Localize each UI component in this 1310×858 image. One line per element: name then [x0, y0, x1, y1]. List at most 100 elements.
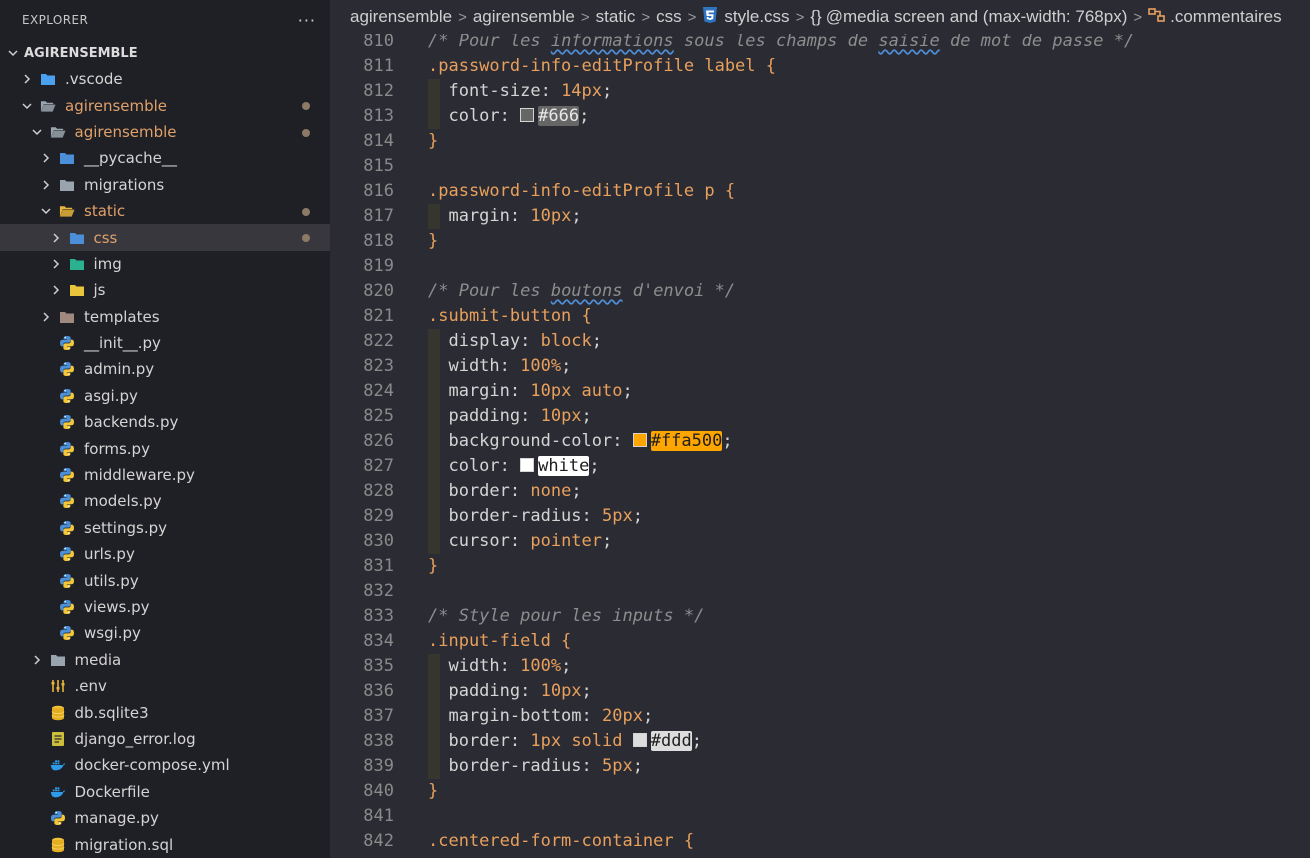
color-swatch[interactable]	[520, 458, 535, 472]
code-line[interactable]: 842 .centered-form-container {	[330, 829, 1310, 854]
tree-folder[interactable]: static	[0, 198, 330, 224]
tree-folder[interactable]: .vscode	[0, 66, 330, 92]
chevron-down-icon	[20, 100, 34, 112]
code-line[interactable]: 811 .password-info-editProfile label {	[330, 54, 1310, 79]
tree-folder[interactable]: agirensemble	[0, 92, 330, 118]
code-line[interactable]: 838 border: 1px solid #ddd;	[330, 729, 1310, 754]
color-swatch[interactable]	[632, 433, 647, 447]
code-line[interactable]: 812 font-size: 14px;	[330, 79, 1310, 104]
code-line[interactable]: 823 width: 100%;	[330, 354, 1310, 379]
code-line[interactable]: 840}	[330, 779, 1310, 804]
tree-item-label: .env	[74, 677, 107, 696]
color-swatch[interactable]	[632, 733, 647, 747]
code-line[interactable]: 816 .password-info-editProfile p {	[330, 179, 1310, 204]
code-line[interactable]: 815	[330, 154, 1310, 179]
tree-file[interactable]: forms.py	[0, 435, 330, 461]
code-token: ;	[722, 431, 733, 451]
tree-item-label: db.sqlite3	[74, 703, 149, 722]
code-line[interactable]: 819	[330, 254, 1310, 279]
tree-folder[interactable]: agirensemble	[0, 119, 330, 145]
tree-file[interactable]: db.sqlite3	[0, 699, 330, 725]
tree-file[interactable]: asgi.py	[0, 383, 330, 409]
tree-folder[interactable]: __pycache__	[0, 145, 330, 171]
code-line[interactable]: 831}	[330, 554, 1310, 579]
tree-file[interactable]: settings.py	[0, 515, 330, 541]
tree-item-label: django_error.log	[74, 729, 196, 748]
tree-item-label: views.py	[84, 598, 150, 616]
code-line[interactable]: 841	[330, 804, 1310, 829]
editor-pane[interactable]: 809810/* Pour les informations sous les …	[330, 0, 1310, 858]
workspace-root[interactable]: AGIRENSEMBLE	[0, 40, 330, 66]
tree-folder[interactable]: templates	[0, 304, 330, 330]
tree-file[interactable]: urls.py	[0, 541, 330, 567]
tree-file[interactable]: .env	[0, 673, 330, 699]
code-line[interactable]: 835 width: 100%;	[330, 654, 1310, 679]
code-line[interactable]: 825 padding: 10px;	[330, 404, 1310, 429]
code-line[interactable]: 836 padding: 10px;	[330, 679, 1310, 704]
tree-folder[interactable]: js	[0, 277, 330, 303]
tree-file[interactable]: admin.py	[0, 356, 330, 382]
code-token: 14px	[561, 81, 603, 101]
tree-item-label: settings.py	[84, 518, 167, 537]
code-line[interactable]: 839 border-radius: 5px;	[330, 754, 1310, 779]
breadcrumb-file[interactable]: style.css	[724, 7, 789, 27]
tree-file[interactable]: backends.py	[0, 409, 330, 435]
explorer-title: EXPLORER	[22, 13, 89, 27]
breadcrumb-media-query[interactable]: @media screen and (max-width: 768px)	[826, 7, 1128, 27]
breadcrumb-selector[interactable]: .commentaires	[1170, 7, 1281, 27]
code-line[interactable]: 828 border: none;	[330, 479, 1310, 504]
code-line[interactable]: 821 .submit-button {	[330, 304, 1310, 329]
chevron-right-icon	[39, 152, 53, 164]
tree-file[interactable]: utils.py	[0, 567, 330, 593]
code-line[interactable]: 827 color: white;	[330, 454, 1310, 479]
tree-folder[interactable]: media	[0, 647, 330, 673]
code-area[interactable]: 809810/* Pour les informations sous les …	[330, 0, 1310, 858]
tree-file[interactable]: docker-compose.yml	[0, 752, 330, 778]
code-line[interactable]: 813 color: #666;	[330, 104, 1310, 129]
chevron-right-icon: >	[795, 8, 805, 26]
code-line[interactable]: 826 background-color: #ffa500;	[330, 429, 1310, 454]
code-text: /* Style pour les inputs */	[428, 604, 704, 629]
code-token: display:	[428, 331, 541, 351]
modified-indicator	[302, 102, 310, 111]
python-icon	[59, 414, 75, 430]
python-icon	[59, 520, 75, 536]
code-line[interactable]: 830 cursor: pointer;	[330, 529, 1310, 554]
code-token: }	[428, 231, 439, 251]
code-line[interactable]: 822 display: block;	[330, 329, 1310, 354]
code-token: none	[530, 481, 572, 501]
code-line[interactable]: 834 .input-field {	[330, 629, 1310, 654]
tree-file[interactable]: wsgi.py	[0, 620, 330, 646]
tree-folder[interactable]: migrations	[0, 172, 330, 198]
tree-file[interactable]: Dockerfile	[0, 779, 330, 805]
code-line[interactable]: 824 margin: 10px auto;	[330, 379, 1310, 404]
code-line[interactable]: 818}	[330, 229, 1310, 254]
tree-file[interactable]: models.py	[0, 488, 330, 514]
code-line[interactable]: 814}	[330, 129, 1310, 154]
tree-file[interactable]: views.py	[0, 594, 330, 620]
color-swatch[interactable]	[520, 108, 535, 122]
code-line[interactable]: 829 border-radius: 5px;	[330, 504, 1310, 529]
breadcrumb-item[interactable]: css	[656, 7, 682, 27]
tree-file[interactable]: django_error.log	[0, 726, 330, 752]
code-line[interactable]: 832	[330, 579, 1310, 604]
tree-file[interactable]: manage.py	[0, 805, 330, 831]
code-line[interactable]: 817 margin: 10px;	[330, 204, 1310, 229]
code-token: }	[428, 556, 439, 576]
tree-folder[interactable]: css	[0, 224, 330, 251]
code-line[interactable]: 837 margin-bottom: 20px;	[330, 704, 1310, 729]
tree-file[interactable]: __init__.py	[0, 330, 330, 356]
tree-item-label: backends.py	[84, 413, 179, 432]
tree-file[interactable]: migration.sql	[0, 831, 330, 857]
code-token: .password-info-editProfile	[428, 181, 705, 201]
code-line[interactable]: 820 /* Pour les boutons d'envoi */	[330, 279, 1310, 304]
tree-file[interactable]: middleware.py	[0, 462, 330, 488]
breadcrumb-item[interactable]: static	[596, 7, 636, 27]
breadcrumb-item[interactable]: agirensemble	[350, 7, 452, 27]
code-token: font-size:	[428, 81, 562, 101]
code-token: .centered-form-container {	[428, 831, 695, 851]
tree-folder[interactable]: img	[0, 251, 330, 277]
code-line[interactable]: 833 /* Style pour les inputs */	[330, 604, 1310, 629]
breadcrumb-item[interactable]: agirensemble	[473, 7, 575, 27]
more-actions-icon[interactable]: ···	[298, 11, 316, 30]
